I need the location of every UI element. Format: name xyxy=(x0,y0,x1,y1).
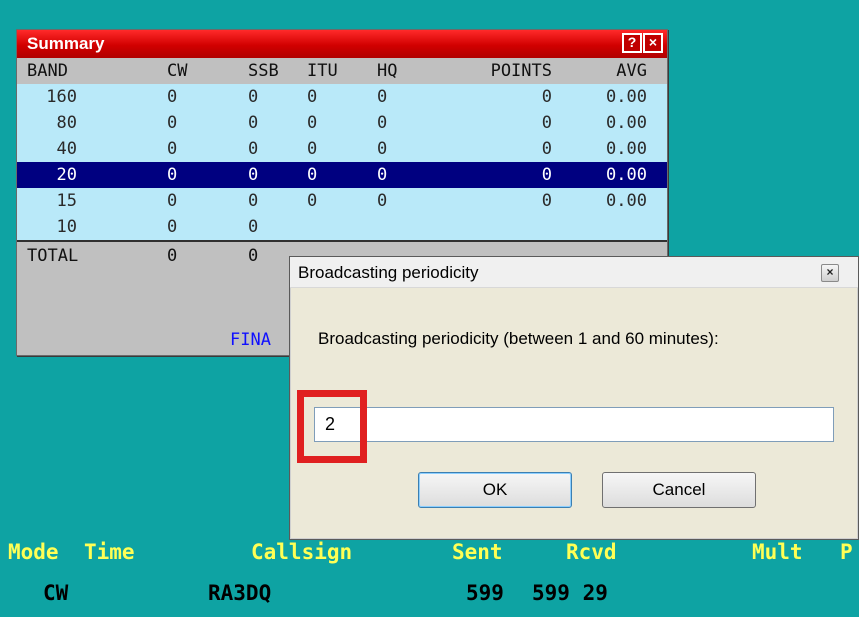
hq-cell: 0 xyxy=(377,139,388,159)
sent-value[interactable]: 599 xyxy=(466,581,504,605)
avg-cell: 0.00 xyxy=(606,87,647,107)
points-cell: 0 xyxy=(541,165,552,185)
broadcasting-periodicity-dialog: Broadcasting periodicity × Broadcasting … xyxy=(289,256,859,540)
itu-cell: 0 xyxy=(307,165,318,185)
table-row[interactable]: 15 0 0 0 0 0 0.00 xyxy=(17,188,667,214)
cw-cell: 0 xyxy=(167,87,178,107)
total-cw: 0 xyxy=(167,246,178,266)
ssb-cell: 0 xyxy=(248,113,259,133)
dialog-title-bar[interactable]: Broadcasting periodicity xyxy=(290,257,858,288)
itu-cell: 0 xyxy=(307,139,318,159)
highlight-box xyxy=(297,390,367,463)
rcvd-header: Rcvd xyxy=(566,540,617,564)
close-icon[interactable]: × xyxy=(643,33,663,53)
cw-cell: 0 xyxy=(167,113,178,133)
cw-cell: 0 xyxy=(167,217,178,237)
summary-title-bar[interactable]: Summary xyxy=(17,30,667,58)
band-cell: 20 xyxy=(56,165,77,185)
points-cell: 0 xyxy=(541,139,552,159)
points-cell: 0 xyxy=(541,113,552,133)
dialog-prompt: Broadcasting periodicity (between 1 and … xyxy=(318,329,719,348)
dialog-title: Broadcasting periodicity xyxy=(298,263,479,282)
total-ssb: 0 xyxy=(248,246,259,266)
avg-cell: 0.00 xyxy=(606,165,647,185)
rcvd-value[interactable]: 599 29 xyxy=(532,581,608,605)
table-row[interactable]: 10 0 0 xyxy=(17,214,667,240)
column-header-avg: AVG xyxy=(616,61,647,81)
table-row[interactable]: 80 0 0 0 0 0 0.00 xyxy=(17,110,667,136)
hq-cell: 0 xyxy=(377,113,388,133)
band-cell: 40 xyxy=(56,139,77,159)
band-cell: 160 xyxy=(46,87,77,107)
column-header-ssb: SSB xyxy=(248,61,279,81)
total-label: TOTAL xyxy=(27,246,79,266)
periodicity-input[interactable] xyxy=(314,407,834,442)
ssb-cell: 0 xyxy=(248,217,259,237)
column-header-band: BAND xyxy=(27,61,68,81)
column-header-points: POINTS xyxy=(490,61,552,81)
avg-cell: 0.00 xyxy=(606,139,647,159)
hq-cell: 0 xyxy=(377,191,388,211)
itu-cell: 0 xyxy=(307,191,318,211)
column-header-itu: ITU xyxy=(307,61,338,81)
ssb-cell: 0 xyxy=(248,87,259,107)
table-row-selected[interactable]: 20 0 0 0 0 0 0.00 xyxy=(17,162,667,188)
hq-cell: 0 xyxy=(377,87,388,107)
column-header-hq: HQ xyxy=(377,61,398,81)
column-header-cw: CW xyxy=(167,61,188,81)
table-row[interactable]: 160 0 0 0 0 0 0.00 xyxy=(17,84,667,110)
avg-cell: 0.00 xyxy=(606,191,647,211)
points-cell: 0 xyxy=(541,191,552,211)
p-header: P xyxy=(840,540,853,564)
table-header: BAND CW SSB ITU HQ POINTS AVG xyxy=(17,58,667,84)
band-cell: 10 xyxy=(56,217,77,237)
cancel-button[interactable]: Cancel xyxy=(602,472,756,508)
itu-cell: 0 xyxy=(307,87,318,107)
callsign-value[interactable]: RA3DQ xyxy=(208,581,271,605)
ssb-cell: 0 xyxy=(248,191,259,211)
ok-button[interactable]: OK xyxy=(418,472,572,508)
sent-header: Sent xyxy=(452,540,503,564)
ssb-cell: 0 xyxy=(248,165,259,185)
summary-table: BAND CW SSB ITU HQ POINTS AVG 160 0 0 0 … xyxy=(17,58,667,270)
cw-cell: 0 xyxy=(167,139,178,159)
table-row[interactable]: 40 0 0 0 0 0 0.00 xyxy=(17,136,667,162)
mult-header: Mult xyxy=(752,540,803,564)
summary-title: Summary xyxy=(27,34,105,53)
status-value-line: CW RA3DQ 599 599 29 xyxy=(0,581,859,609)
hq-cell: 0 xyxy=(377,165,388,185)
help-icon[interactable]: ? xyxy=(622,33,642,53)
mode-value[interactable]: CW xyxy=(43,581,68,605)
mode-header: Mode xyxy=(8,540,59,564)
cw-cell: 0 xyxy=(167,165,178,185)
time-header: Time xyxy=(84,540,135,564)
ssb-cell: 0 xyxy=(248,139,259,159)
dialog-close-icon[interactable]: × xyxy=(821,264,839,282)
avg-cell: 0.00 xyxy=(606,113,647,133)
cw-cell: 0 xyxy=(167,191,178,211)
status-header-line: Mode Time Callsign Sent Rcvd Mult P xyxy=(0,540,859,568)
points-cell: 0 xyxy=(541,87,552,107)
band-cell: 15 xyxy=(56,191,77,211)
band-cell: 80 xyxy=(56,113,77,133)
summary-footer-text: FINA xyxy=(230,330,271,350)
itu-cell: 0 xyxy=(307,113,318,133)
callsign-header: Callsign xyxy=(251,540,353,564)
